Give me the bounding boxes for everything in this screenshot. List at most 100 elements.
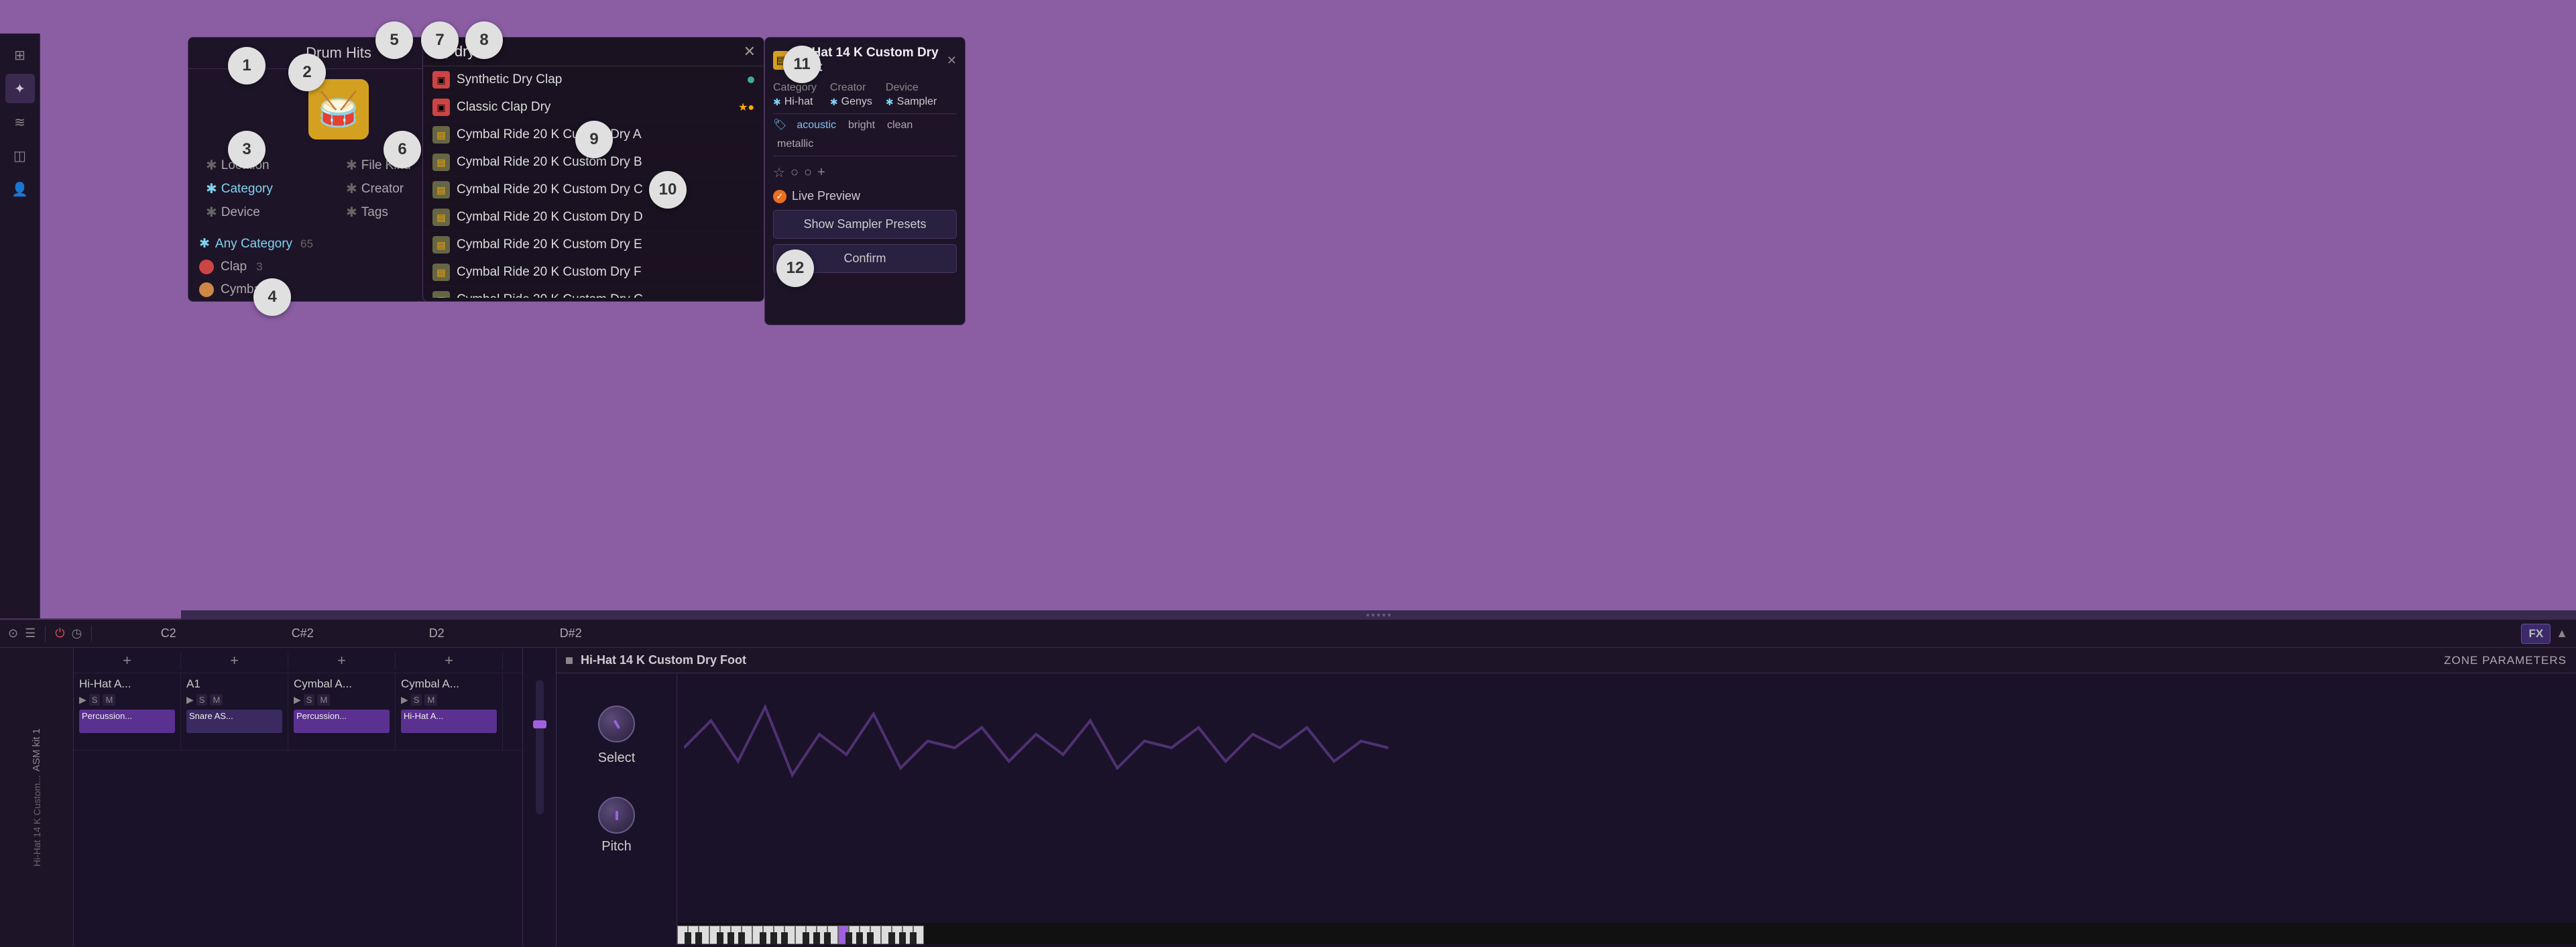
zone-title: Hi-Hat 14 K Custom Dry Foot	[581, 653, 746, 667]
results-list: ▣ Synthetic Dry Clap ▣ Classic Clap Dry …	[423, 66, 764, 298]
filter-location[interactable]: ✱ Location	[202, 155, 335, 176]
key-b14[interactable]	[867, 932, 874, 944]
result-cymbal-dry-g[interactable]: ▤ Cymbal Ride 20 K Custom Dry G	[423, 286, 764, 298]
rating-plus[interactable]: +	[817, 165, 825, 180]
detail-creator-value: ✱ Genys	[830, 96, 872, 108]
track-cell-1-4: Cymbal A... ▶ S M Hi-Hat A...	[396, 673, 503, 750]
show-presets-button[interactable]: Show Sampler Presets	[773, 210, 957, 239]
result-name-4: Cymbal Ride 20 K Custom Dry C	[457, 182, 754, 197]
mute-btn-1-4[interactable]: M	[424, 694, 437, 706]
key-b12[interactable]	[845, 932, 852, 944]
key-b13[interactable]	[856, 932, 863, 944]
key-b6[interactable]	[760, 932, 766, 944]
key-b8[interactable]	[781, 932, 788, 944]
key-b7[interactable]	[770, 932, 777, 944]
pitch-knob[interactable]	[598, 797, 635, 834]
filter-device[interactable]: ✱ Device	[202, 202, 335, 223]
solo-btn-1-2[interactable]: S	[196, 694, 208, 706]
result-cymbal-dry-f[interactable]: ▤ Cymbal Ride 20 K Custom Dry F	[423, 259, 764, 286]
key-b10[interactable]	[813, 932, 820, 944]
nav-eq-icon[interactable]: ◫	[5, 141, 35, 170]
volume-slider-track[interactable]	[536, 680, 544, 814]
callout-10: 10	[649, 171, 687, 209]
drag-strip[interactable]	[181, 610, 2576, 620]
rating-circle-2[interactable]: ○	[804, 165, 812, 180]
result-cymbal-dry-e[interactable]: ▤ Cymbal Ride 20 K Custom Dry E	[423, 231, 764, 259]
location-asterisk: ✱	[206, 157, 217, 174]
add-track3[interactable]: +	[288, 652, 396, 669]
column-headers: C2 C#2 D2 D#2 FX ▲	[101, 624, 2568, 643]
rating-circle-1[interactable]: ○	[791, 165, 799, 180]
result-synthetic-dry-clap[interactable]: ▣ Synthetic Dry Clap	[423, 66, 764, 94]
play-icon-1-1[interactable]: ▶	[79, 694, 86, 706]
toolbar-drums-icon[interactable]: ⊙	[8, 626, 18, 640]
key-b15[interactable]	[888, 932, 895, 944]
mute-btn-1-3[interactable]: M	[317, 694, 330, 706]
tag-bright[interactable]: bright	[844, 118, 879, 133]
play-icon-1-3[interactable]: ▶	[294, 694, 301, 706]
callout-1: 1	[228, 47, 266, 85]
search-close-button[interactable]: ✕	[744, 43, 756, 60]
nav-star-icon[interactable]: ✦	[5, 74, 35, 103]
key-b17[interactable]	[910, 932, 917, 944]
toolbar-power-icon[interactable]: ⏻	[55, 626, 64, 640]
device-value: Sampler	[897, 96, 937, 108]
play-icon-1-4[interactable]: ▶	[401, 694, 408, 706]
key-b2[interactable]	[695, 932, 702, 944]
result-cymbal-dry-c[interactable]: ▤ Cymbal Ride 20 K Custom Dry C	[423, 176, 764, 204]
play-icon-1-2[interactable]: ▶	[186, 694, 194, 706]
rating-star[interactable]: ☆	[773, 164, 785, 181]
track-controls-1-1: ▶ S M	[79, 694, 175, 706]
volume-area	[523, 648, 557, 947]
tag-acoustic[interactable]: acoustic	[793, 118, 840, 133]
category-label: Category	[773, 82, 817, 94]
clip-1-3[interactable]: Percussion...	[294, 710, 390, 733]
device-asterisk: ✱	[886, 97, 894, 108]
add-track4[interactable]: +	[396, 652, 503, 669]
cat-clap-label: Clap	[221, 260, 247, 274]
solo-btn-1-1[interactable]: S	[89, 694, 101, 706]
key-b9[interactable]	[803, 932, 809, 944]
collapse-button[interactable]: ▲	[2556, 626, 2568, 640]
sampler-left: Select Pitch	[557, 673, 677, 944]
fx-badge[interactable]: FX	[2521, 624, 2551, 644]
mute-btn-1-2[interactable]: M	[210, 694, 223, 706]
result-cymbal-dry-d[interactable]: ▤ Cymbal Ride 20 K Custom Dry D	[423, 204, 764, 231]
result-classic-clap-dry[interactable]: ▣ Classic Clap Dry ★●	[423, 94, 764, 121]
clip-1-1[interactable]: Percussion...	[79, 710, 175, 733]
nav-grid-icon[interactable]: ⊞	[5, 40, 35, 70]
select-knob[interactable]	[598, 706, 635, 742]
add-track2[interactable]: +	[181, 652, 288, 669]
mute-btn-1-1[interactable]: M	[103, 694, 115, 706]
result-name-0: Synthetic Dry Clap	[457, 72, 741, 87]
solo-btn-1-4[interactable]: S	[411, 694, 422, 706]
result-name-3: Cymbal Ride 20 K Custom Dry B	[457, 155, 754, 170]
filter-creator-label: Creator	[361, 182, 404, 197]
nav-waveform-icon[interactable]: ≋	[5, 107, 35, 137]
detail-device-col: Device ✱ Sampler	[886, 82, 937, 108]
key-b1[interactable]	[685, 932, 691, 944]
solo-btn-1-3[interactable]: S	[304, 694, 315, 706]
key-b5[interactable]	[738, 932, 745, 944]
add-track1[interactable]: +	[74, 652, 181, 669]
tag-clean[interactable]: clean	[883, 118, 917, 133]
key-b16[interactable]	[899, 932, 906, 944]
result-icon-cym-b: ▤	[432, 154, 450, 171]
clip-1-2[interactable]: Snare AS...	[186, 710, 282, 733]
filter-category[interactable]: ✱ Category	[202, 178, 335, 199]
result-name-1: Classic Clap Dry	[457, 100, 731, 115]
key-b3[interactable]	[717, 932, 723, 944]
nav-person-icon[interactable]: 👤	[5, 174, 35, 204]
tag-metallic[interactable]: metallic	[773, 137, 817, 152]
detail-close-button[interactable]: ✕	[947, 54, 957, 68]
volume-slider-thumb[interactable]	[533, 720, 546, 728]
add-row: + + + +	[74, 648, 522, 673]
toolbar-list-icon[interactable]: ☰	[25, 626, 36, 640]
drum-icon: 🥁	[308, 79, 369, 140]
filter-tags-label: Tags	[361, 205, 388, 220]
clip-1-4[interactable]: Hi-Hat A...	[401, 710, 497, 733]
toolbar-clock-icon[interactable]: ◷	[71, 626, 82, 640]
key-b11[interactable]	[824, 932, 831, 944]
track-cell-1-2: A1 ▶ S M Snare AS...	[181, 673, 288, 750]
key-b4[interactable]	[727, 932, 734, 944]
